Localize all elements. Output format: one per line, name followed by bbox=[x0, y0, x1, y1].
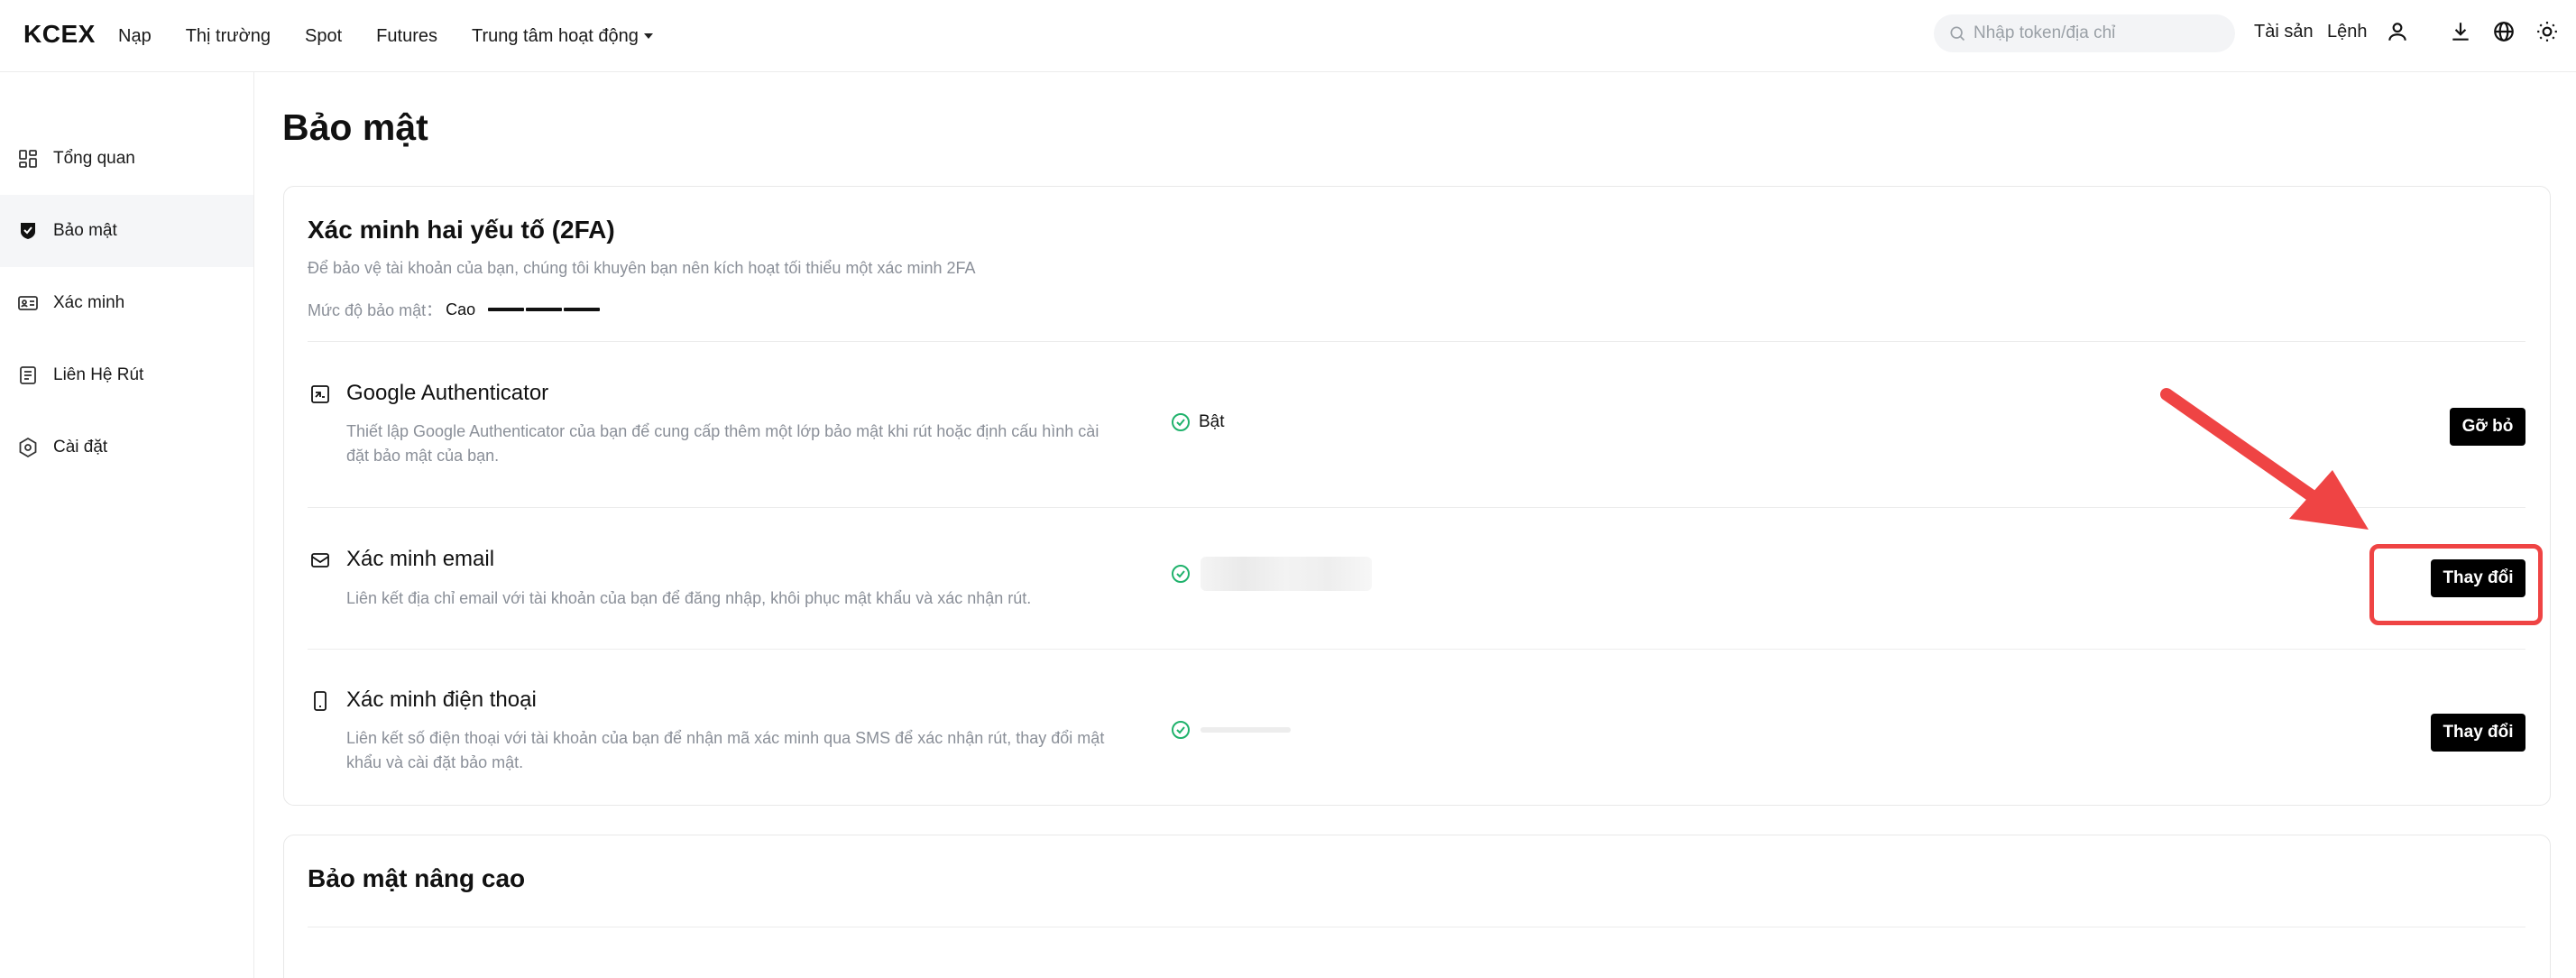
orders-link[interactable]: Lệnh bbox=[2327, 22, 2368, 42]
row-title-phone: Xác minh điện thoại bbox=[346, 687, 537, 712]
logo[interactable]: KCEX bbox=[23, 20, 96, 49]
nav-markets[interactable]: Thị trường bbox=[186, 26, 271, 47]
twofa-subtitle: Để bảo vệ tài khoản của bạn, chúng tôi k… bbox=[308, 259, 976, 277]
sidebar-item-label: Tổng quan bbox=[53, 149, 135, 168]
security-level-bar bbox=[488, 308, 602, 311]
search-icon bbox=[1950, 26, 1965, 42]
page-title: Bảo mật bbox=[282, 106, 428, 148]
row-title-google-auth: Google Authenticator bbox=[346, 381, 549, 405]
level-segment bbox=[526, 308, 563, 311]
top-header: KCEX Nạp Thị trường Spot Futures Trung t… bbox=[0, 0, 2576, 72]
user-icon[interactable] bbox=[2386, 20, 2409, 43]
check-circle-icon bbox=[1172, 413, 1190, 431]
sidebar-item-verification[interactable]: Xác minh bbox=[0, 267, 253, 339]
divider bbox=[308, 341, 2525, 342]
level-segment bbox=[488, 308, 525, 311]
nav-deposit[interactable]: Nạp bbox=[118, 26, 152, 47]
twofa-title: Xác minh hai yếu tố (2FA) bbox=[308, 216, 615, 244]
row-desc-phone: Liên kết số điện thoại với tài khoản của… bbox=[346, 729, 1105, 771]
status-email bbox=[1170, 557, 1372, 591]
email-icon bbox=[309, 549, 331, 571]
security-level-value: Cao bbox=[446, 300, 476, 318]
sidebar-item-overview[interactable]: Tổng quan bbox=[0, 123, 253, 195]
change-phone-button[interactable]: Thay đổi bbox=[2431, 714, 2525, 752]
nav-spot-label: Spot bbox=[305, 25, 343, 46]
sidebar-item-settings[interactable]: Cài đặt bbox=[0, 411, 253, 484]
sidebar-item-security[interactable]: Bảo mật bbox=[0, 195, 253, 267]
nav-markets-label: Thị trường bbox=[185, 25, 271, 46]
phone-icon bbox=[309, 690, 331, 712]
main-nav: Nạp Thị trường Spot Futures Trung tâm ho… bbox=[118, 0, 687, 72]
check-circle-icon bbox=[1172, 721, 1190, 739]
change-email-button[interactable]: Thay đổi bbox=[2431, 559, 2525, 597]
nav-deposit-label: Nạp bbox=[118, 25, 152, 46]
status-phone bbox=[1170, 719, 1291, 741]
globe-icon[interactable] bbox=[2492, 20, 2516, 43]
row-desc-email: Liên kết địa chỉ email với tài khoản của… bbox=[346, 589, 1032, 607]
security-level-label: Mức độ bảo mật： bbox=[308, 301, 443, 319]
contacts-icon bbox=[20, 366, 36, 384]
masked-email bbox=[1201, 557, 1372, 591]
security-level: Mức độ bảo mật： Cao bbox=[308, 298, 602, 321]
sidebar-item-label: Cài đặt bbox=[53, 438, 108, 457]
assets-link[interactable]: Tài sản bbox=[2254, 22, 2314, 42]
sidebar-item-withdraw-contacts[interactable]: Liên Hệ Rút bbox=[0, 339, 253, 411]
divider bbox=[308, 649, 2525, 650]
authenticator-icon bbox=[309, 383, 331, 405]
remove-google-auth-button[interactable]: Gỡ bỏ bbox=[2450, 408, 2525, 446]
nav-futures-label: Futures bbox=[376, 25, 437, 46]
sidebar: Tổng quan Bảo mật Xác minh Liên Hệ Rút C… bbox=[0, 72, 254, 978]
status-google-auth: Bật bbox=[1170, 411, 1225, 433]
nav-futures[interactable]: Futures bbox=[376, 26, 437, 47]
nav-activity-center-label: Trung tâm hoạt động bbox=[471, 25, 639, 46]
shield-check-icon bbox=[21, 223, 35, 239]
divider bbox=[308, 507, 2525, 508]
twofa-card: Xác minh hai yếu tố (2FA) Để bảo vệ tài … bbox=[283, 186, 2551, 806]
settings-icon bbox=[19, 437, 37, 458]
download-icon[interactable] bbox=[2449, 20, 2472, 43]
advanced-security-card: Bảo mật nâng cao bbox=[283, 835, 2551, 978]
search-box[interactable] bbox=[1934, 14, 2235, 52]
dashboard-icon bbox=[19, 150, 37, 168]
caret-down-icon bbox=[643, 33, 653, 39]
nav-spot[interactable]: Spot bbox=[305, 26, 342, 47]
row-desc-google-auth: Thiết lập Google Authenticator của bạn đ… bbox=[346, 422, 1099, 465]
check-circle-icon bbox=[1172, 565, 1190, 583]
nav-activity-center[interactable]: Trung tâm hoạt động bbox=[472, 26, 653, 47]
status-text: Bật bbox=[1199, 412, 1225, 431]
sidebar-item-label: Liên Hệ Rút bbox=[53, 365, 144, 384]
level-segment bbox=[564, 308, 601, 311]
row-title-email: Xác minh email bbox=[346, 547, 495, 571]
sun-icon[interactable] bbox=[2535, 20, 2559, 43]
id-card-icon bbox=[18, 296, 38, 310]
sidebar-item-label: Bảo mật bbox=[53, 221, 117, 240]
masked-phone bbox=[1201, 727, 1291, 733]
advanced-security-title: Bảo mật nâng cao bbox=[308, 864, 526, 892]
sidebar-item-label: Xác minh bbox=[53, 293, 125, 312]
search-input[interactable] bbox=[1973, 23, 2217, 43]
